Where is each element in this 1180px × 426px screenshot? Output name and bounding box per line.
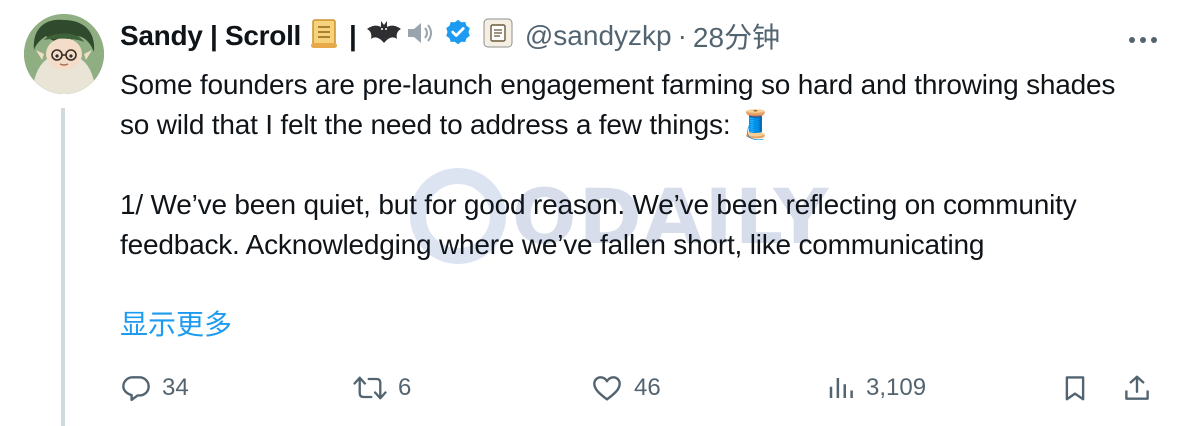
- tweet-paragraph-1: Some founders are pre-launch engagement …: [120, 69, 1116, 140]
- scroll-emoji-icon: [309, 17, 339, 56]
- tweet-header: Sandy | Scroll | @sandyzkp · 28分钟: [120, 16, 780, 56]
- name-separator: |: [349, 20, 357, 51]
- views-button[interactable]: 3,109: [826, 368, 926, 408]
- like-count: 46: [634, 374, 661, 401]
- share-button[interactable]: [1122, 368, 1152, 408]
- share-icon: [1125, 375, 1149, 400]
- heart-icon: [593, 376, 621, 401]
- more-horizontal-icon[interactable]: [1128, 20, 1158, 51]
- tweet-body: Some founders are pre-launch engagement …: [120, 65, 1150, 265]
- retweet-button[interactable]: 6: [352, 368, 411, 408]
- author-handle[interactable]: @sandyzkp: [525, 20, 672, 52]
- bat-emoji-icon: [365, 19, 403, 54]
- author-name[interactable]: Sandy | Scroll: [120, 20, 301, 52]
- bookmark-button[interactable]: [1060, 368, 1090, 408]
- reply-count: 34: [162, 374, 189, 401]
- view-count: 3,109: [866, 374, 927, 401]
- reply-icon: [122, 376, 150, 402]
- verified-badge-icon[interactable]: [443, 18, 473, 55]
- tweet-paragraph-2: 1/ We’ve been quiet, but for good reason…: [120, 189, 1077, 260]
- affiliate-badge-icon[interactable]: [483, 18, 513, 55]
- retweet-count: 6: [398, 374, 412, 401]
- bookmark-icon: [1065, 376, 1085, 401]
- meta-dot: ·: [677, 20, 687, 51]
- avatar[interactable]: [24, 14, 104, 94]
- action-bar: 34 6 46 3,109: [0, 368, 1180, 408]
- avatar-illustration: [24, 14, 104, 94]
- retweet-icon: [353, 376, 387, 400]
- timestamp[interactable]: 28分钟: [693, 16, 780, 56]
- speaker-emoji-icon: [405, 19, 437, 54]
- like-button[interactable]: 46: [590, 368, 661, 408]
- show-more-link[interactable]: 显示更多: [120, 305, 232, 345]
- reply-button[interactable]: 34: [120, 368, 189, 408]
- analytics-icon: [829, 378, 853, 398]
